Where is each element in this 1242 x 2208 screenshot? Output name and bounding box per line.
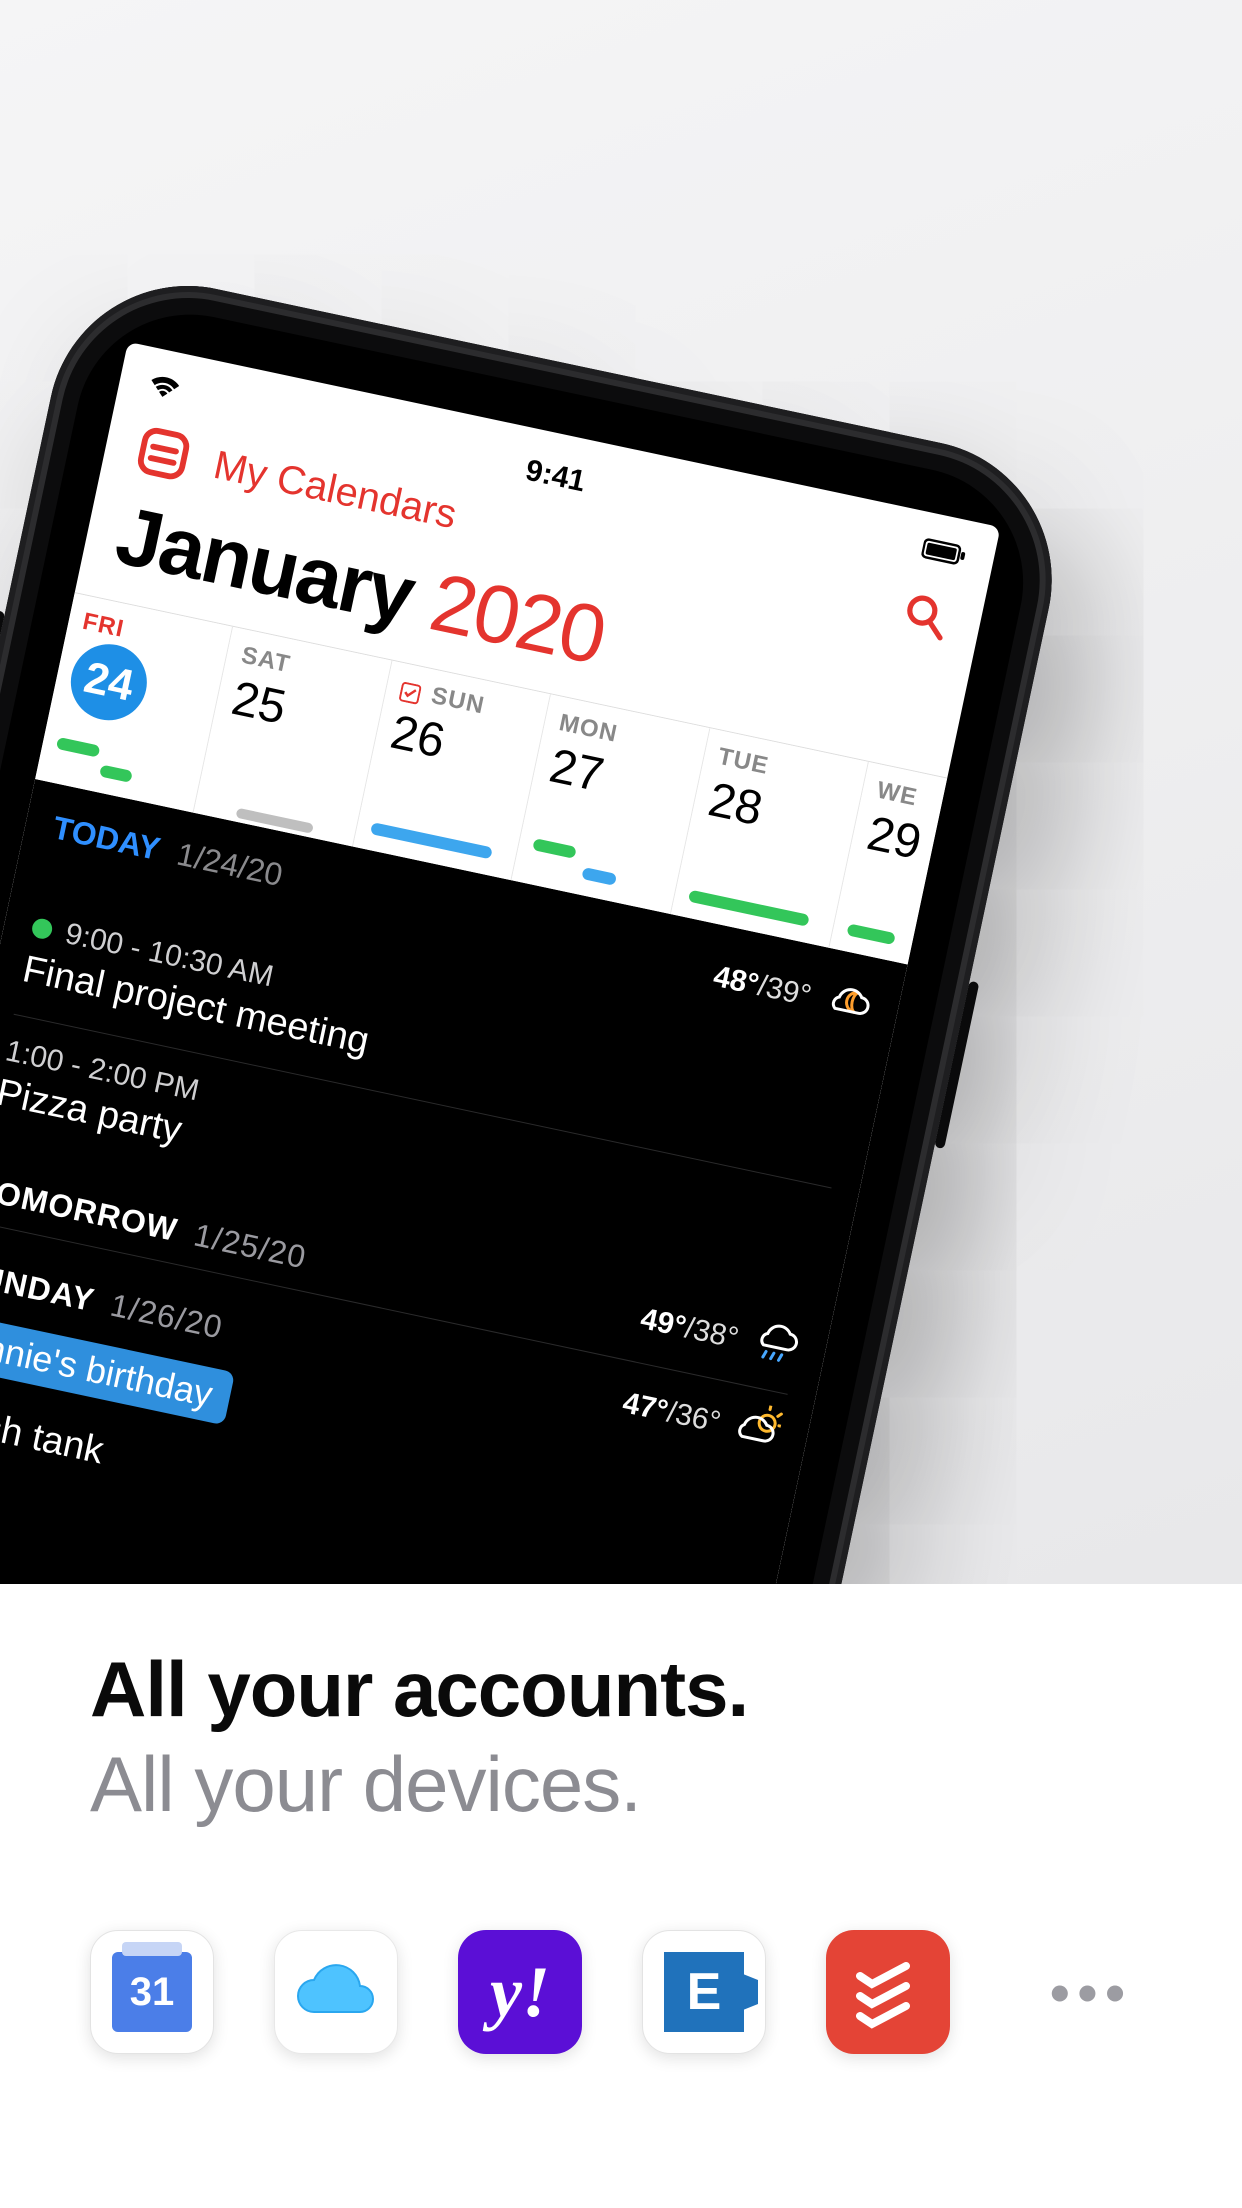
event-bar [56,737,100,758]
tagline-2: All your devices. [90,1739,1152,1830]
event-bar [532,838,576,859]
more-icon: ••• [1050,1960,1133,2025]
search-icon[interactable] [896,586,955,645]
event-bar [99,765,133,783]
service-icons: 31 y! E ••• [90,1930,1152,2054]
todoist-icon [826,1930,950,2054]
partly-sunny-icon [726,1399,785,1464]
promo-stage: 9:41 My Calendars [0,0,1242,1584]
calendar-dot [30,917,54,941]
phone-frame: 9:41 My Calendars [0,260,1078,1584]
weather-temp: 48°/39° [710,960,814,1014]
calendars-menu-icon[interactable] [130,420,196,486]
task-check-icon [398,680,422,704]
icloud-icon [274,1930,398,2054]
yahoo-icon: y! [458,1930,582,2054]
event-bar [370,822,493,859]
google-calendar-icon: 31 [90,1930,214,2054]
weather-temp: 47°/36° [620,1386,724,1440]
mute-switch [0,610,5,681]
event-bar [581,867,617,886]
exchange-icon: E [642,1930,766,2054]
partly-cloudy-night-icon [817,972,876,1037]
promo-panel: All your accounts. All your devices. 31 … [0,1584,1242,2208]
tagline-1: All your accounts. [90,1644,1152,1735]
today-bubble: 24 [64,637,154,727]
power-button [934,981,979,1149]
battery-icon [918,534,968,576]
wifi-icon [144,367,185,409]
event-bar [688,890,811,927]
event-bar [846,923,895,945]
weather-temp: 49°/38° [638,1302,742,1356]
rain-cloud-icon [744,1314,803,1379]
day-num: 29 [862,806,938,874]
phone-screen: 9:41 My Calendars [0,342,1001,1584]
